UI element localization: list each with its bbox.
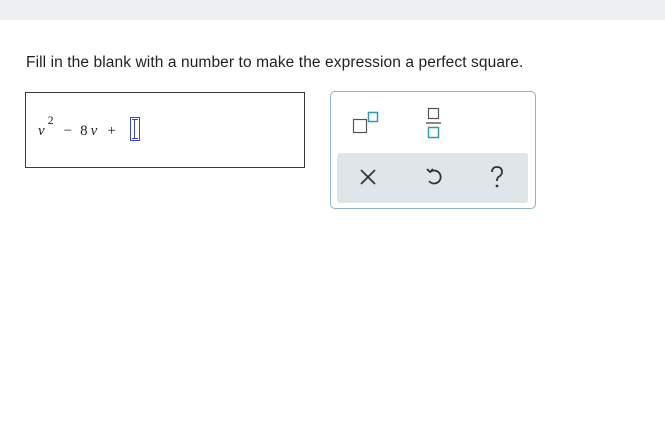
palette-action-tray: [337, 153, 528, 203]
expression-coefficient: 8: [80, 123, 88, 139]
top-bar: [0, 0, 665, 20]
blank-input-field[interactable]: [129, 117, 140, 141]
answer-input-area[interactable]: v2− 8 v +: [25, 92, 305, 168]
expression-variable: v: [38, 123, 45, 139]
undo-icon[interactable]: [425, 167, 443, 187]
palette-template-row: [331, 92, 535, 152]
help-icon[interactable]: [488, 165, 506, 189]
cursor-cap-bottom: [131, 138, 138, 139]
question-prompt: Fill in the blank with a number to make …: [26, 54, 524, 71]
expression-variable-2: v: [90, 123, 98, 139]
clear-icon[interactable]: [359, 168, 377, 186]
expression-plus-operator: +: [107, 123, 116, 139]
expression-exponent: 2: [47, 113, 54, 127]
math-expression: v2− 8 v +: [38, 111, 140, 141]
text-cursor: [133, 120, 135, 138]
fraction-icon[interactable]: [425, 106, 443, 140]
math-palette: [330, 91, 536, 209]
cursor-cap-top: [131, 119, 138, 120]
expression-minus-operator: −: [63, 123, 73, 139]
superscript-icon[interactable]: [351, 110, 383, 136]
